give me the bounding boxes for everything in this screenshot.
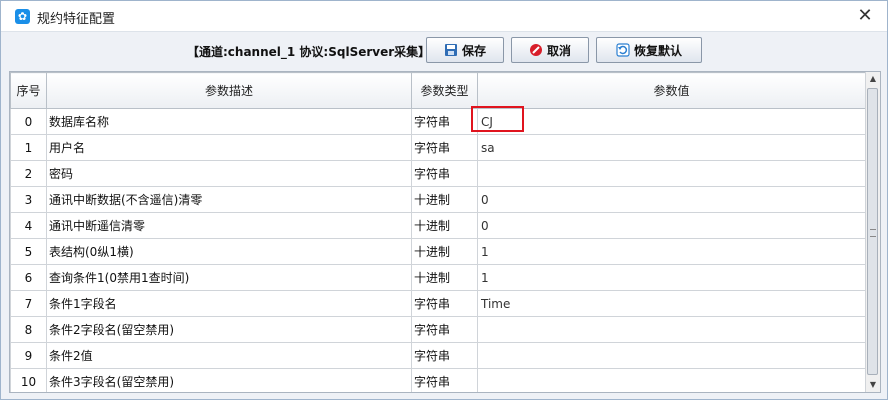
scrollbar-thumb[interactable] bbox=[867, 88, 878, 375]
cell-index: 5 bbox=[10, 238, 47, 265]
cell-value[interactable]: 1 bbox=[477, 264, 866, 291]
cell-type: 十进制 bbox=[411, 186, 478, 213]
cell-index: 2 bbox=[10, 160, 47, 187]
table-row[interactable]: 3 通讯中断数据(不含遥信)清零 十进制 0 bbox=[10, 186, 866, 213]
cell-value[interactable]: Time bbox=[477, 290, 866, 317]
cell-index: 8 bbox=[10, 316, 47, 343]
cell-type: 字符串 bbox=[411, 290, 478, 317]
dialog-window: ✿ 规约特征配置 ✕ 【通道:channel_1 协议:SqlServer采集】… bbox=[0, 0, 888, 400]
cell-value[interactable] bbox=[477, 368, 866, 392]
settings-icon: ✿ bbox=[15, 9, 30, 24]
cell-value[interactable]: 1 bbox=[477, 238, 866, 265]
cell-value[interactable]: 0 bbox=[477, 186, 866, 213]
cancel-button[interactable]: 取消 bbox=[511, 37, 589, 63]
title-bar: ✿ 规约特征配置 ✕ bbox=[1, 1, 887, 32]
vertical-scrollbar[interactable]: ▲ ▼ bbox=[865, 72, 880, 392]
cell-description: 条件3字段名(留空禁用) bbox=[46, 368, 412, 392]
cell-type: 十进制 bbox=[411, 212, 478, 239]
cell-value[interactable] bbox=[477, 160, 866, 187]
scroll-up-arrow-icon[interactable]: ▲ bbox=[866, 72, 880, 86]
restore-icon bbox=[616, 43, 630, 57]
floppy-disk-icon bbox=[444, 44, 457, 56]
table-row[interactable]: 8 条件2字段名(留空禁用) 字符串 bbox=[10, 316, 866, 343]
table-row[interactable]: 1 用户名 字符串 sa bbox=[10, 134, 866, 161]
cell-description: 通讯中断数据(不含遥信)清零 bbox=[46, 186, 412, 213]
cell-type: 十进制 bbox=[411, 238, 478, 265]
cell-type: 字符串 bbox=[411, 368, 478, 392]
table-row[interactable]: 2 密码 字符串 bbox=[10, 160, 866, 187]
cancel-label: 取消 bbox=[546, 43, 571, 58]
cell-description: 条件2值 bbox=[46, 342, 412, 369]
table-row[interactable]: 6 查询条件1(0禁用1查时间) 十进制 1 bbox=[10, 264, 866, 291]
cell-index: 6 bbox=[10, 264, 47, 291]
cell-description: 数据库名称 bbox=[46, 108, 412, 135]
cell-type: 字符串 bbox=[411, 342, 478, 369]
cell-value[interactable] bbox=[477, 316, 866, 343]
parameter-table: 序号 参数描述 参数类型 参数值 0 数据库名称 字符串 CJ 1 用户名 字符串 sa 2 密码… bbox=[9, 71, 881, 393]
cell-type: 字符串 bbox=[411, 160, 478, 187]
window-title: 规约特征配置 bbox=[37, 12, 116, 27]
cell-index: 9 bbox=[10, 342, 47, 369]
cell-description: 条件2字段名(留空禁用) bbox=[46, 316, 412, 343]
table-header-row: 序号 参数描述 参数类型 参数值 bbox=[10, 72, 866, 109]
col-header-type[interactable]: 参数类型 bbox=[411, 72, 478, 109]
cell-description: 通讯中断遥信清零 bbox=[46, 212, 412, 239]
cell-value[interactable]: 0 bbox=[477, 212, 866, 239]
table-row[interactable]: 10 条件3字段名(留空禁用) 字符串 bbox=[10, 368, 866, 392]
col-header-description[interactable]: 参数描述 bbox=[46, 72, 412, 109]
cell-description: 表结构(0纵1横) bbox=[46, 238, 412, 265]
cell-value[interactable]: CJ bbox=[477, 108, 866, 135]
cell-description: 条件1字段名 bbox=[46, 290, 412, 317]
table-row[interactable]: 5 表结构(0纵1横) 十进制 1 bbox=[10, 238, 866, 265]
cell-value[interactable]: sa bbox=[477, 134, 866, 161]
table-row[interactable]: 9 条件2值 字符串 bbox=[10, 342, 866, 369]
cell-value[interactable] bbox=[477, 342, 866, 369]
cell-index: 1 bbox=[10, 134, 47, 161]
cell-type: 字符串 bbox=[411, 316, 478, 343]
cancel-icon bbox=[529, 44, 542, 56]
col-header-value[interactable]: 参数值 bbox=[477, 72, 866, 109]
grip-icon bbox=[870, 229, 876, 237]
cell-description: 密码 bbox=[46, 160, 412, 187]
col-header-index[interactable]: 序号 bbox=[10, 72, 47, 109]
close-button[interactable]: ✕ bbox=[853, 5, 877, 27]
scroll-down-arrow-icon[interactable]: ▼ bbox=[866, 378, 880, 392]
save-button[interactable]: 保存 bbox=[426, 37, 504, 63]
table-row[interactable]: 4 通讯中断遥信清零 十进制 0 bbox=[10, 212, 866, 239]
cell-index: 7 bbox=[10, 290, 47, 317]
save-label: 保存 bbox=[461, 43, 486, 58]
cell-type: 字符串 bbox=[411, 134, 478, 161]
cell-index: 10 bbox=[10, 368, 47, 392]
table-body: 0 数据库名称 字符串 CJ 1 用户名 字符串 sa 2 密码 字符串 3 通讯中断数据(不含遥信)清… bbox=[10, 108, 866, 392]
cell-description: 查询条件1(0禁用1查时间) bbox=[46, 264, 412, 291]
table-row[interactable]: 0 数据库名称 字符串 CJ bbox=[10, 108, 866, 135]
cell-index: 0 bbox=[10, 108, 47, 135]
channel-info: 【通道:channel_1 协议:SqlServer采集】 bbox=[187, 45, 431, 59]
toolbar: 【通道:channel_1 协议:SqlServer采集】 保存 取消 恢复默认 bbox=[1, 32, 887, 68]
cell-type: 十进制 bbox=[411, 264, 478, 291]
cell-index: 3 bbox=[10, 186, 47, 213]
cell-index: 4 bbox=[10, 212, 47, 239]
reset-default-button[interactable]: 恢复默认 bbox=[596, 37, 702, 63]
cell-description: 用户名 bbox=[46, 134, 412, 161]
reset-label: 恢复默认 bbox=[633, 43, 682, 58]
table-row[interactable]: 7 条件1字段名 字符串 Time bbox=[10, 290, 866, 317]
cell-type: 字符串 bbox=[411, 108, 478, 135]
